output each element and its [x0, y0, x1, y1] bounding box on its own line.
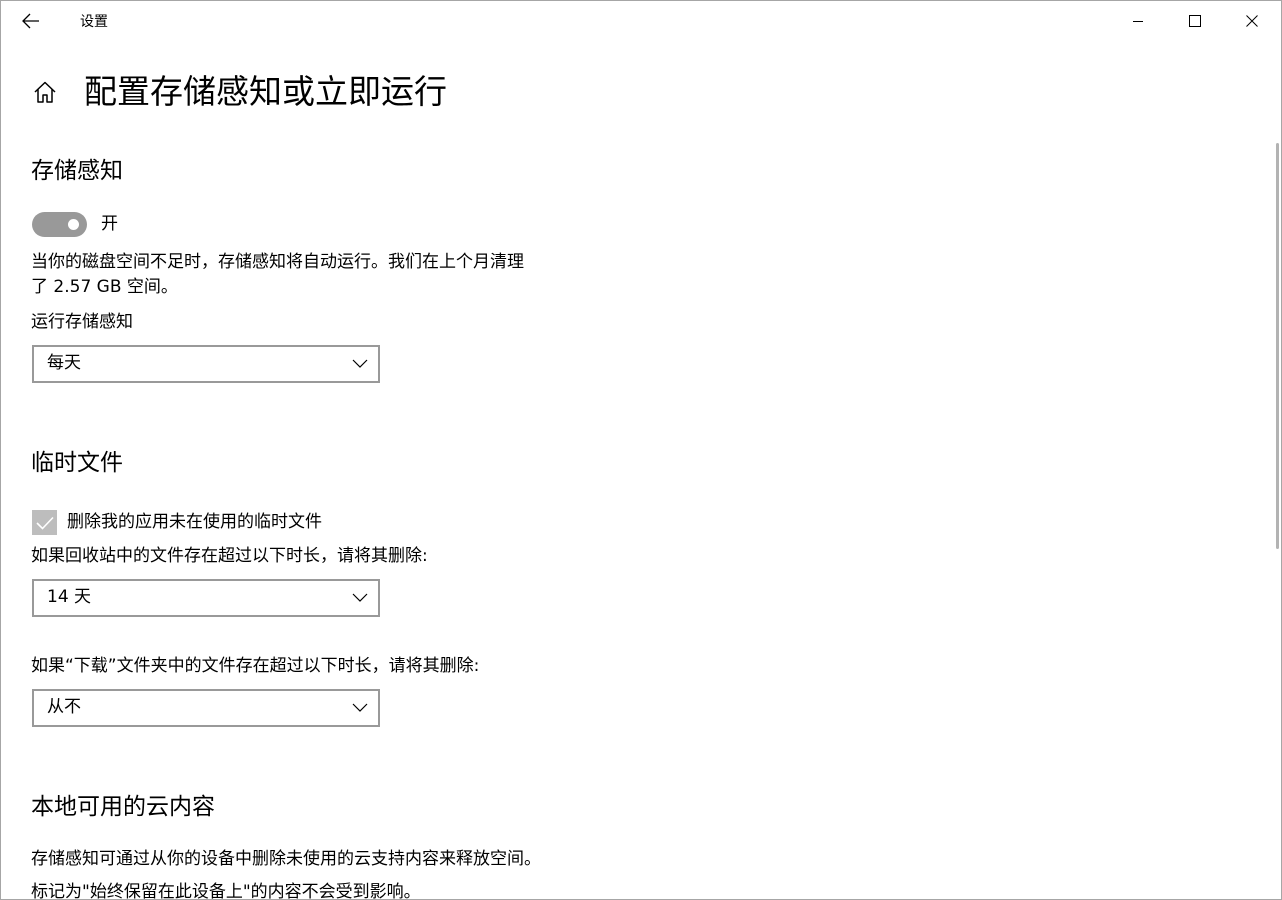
close-icon	[1246, 15, 1258, 27]
storage-sense-description-line1: 当你的磁盘空间不足时，存储感知将自动运行。我们在上个月清理	[31, 252, 524, 272]
run-frequency-dropdown[interactable]: 每天	[32, 345, 380, 383]
toggle-knob	[68, 219, 79, 230]
storage-sense-heading: 存储感知	[31, 158, 123, 184]
toggle-state-label: 开	[101, 214, 118, 234]
downloads-dropdown[interactable]: 从不	[32, 689, 380, 727]
app-title: 设置	[80, 14, 108, 30]
dropdown-value: 每天	[47, 353, 81, 373]
title-bar: 设置	[1, 1, 1281, 41]
chevron-down-icon	[352, 593, 368, 602]
temp-files-heading: 临时文件	[31, 450, 123, 476]
chevron-down-icon	[352, 703, 368, 712]
chevron-down-icon	[352, 359, 368, 368]
recycle-bin-dropdown[interactable]: 14 天	[32, 579, 380, 617]
checkmark-icon	[35, 516, 54, 530]
minimize-button[interactable]	[1115, 1, 1161, 41]
recycle-bin-label: 如果回收站中的文件存在超过以下时长，请将其删除:	[31, 546, 428, 566]
home-button[interactable]	[29, 75, 61, 109]
cloud-content-heading: 本地可用的云内容	[31, 794, 215, 820]
storage-sense-toggle[interactable]	[32, 212, 87, 237]
page-title: 配置存储感知或立即运行	[84, 72, 447, 111]
back-arrow-icon	[22, 13, 39, 29]
delete-temp-files-label[interactable]: 删除我的应用未在使用的临时文件	[67, 510, 322, 535]
dropdown-value: 14 天	[47, 587, 92, 607]
home-icon	[34, 81, 56, 103]
maximize-button[interactable]	[1172, 1, 1218, 41]
minimize-icon	[1133, 21, 1143, 22]
cloud-content-description-line1: 存储感知可通过从你的设备中删除未使用的云支持内容来释放空间。	[31, 849, 541, 869]
cloud-content-description-line2: 标记为"始终保留在此设备上"的内容不会受到影响。	[31, 882, 421, 900]
settings-window: 设置 配置存储感知或立即运行 存储感知 开 当你的磁盘空间不足时，存储感知将自动…	[0, 0, 1282, 900]
downloads-label: 如果“下载”文件夹中的文件存在超过以下时长，请将其删除:	[31, 656, 480, 676]
delete-temp-files-checkbox[interactable]	[32, 510, 57, 535]
back-button[interactable]	[15, 7, 47, 35]
maximize-icon	[1189, 15, 1201, 27]
run-storage-sense-label: 运行存储感知	[31, 312, 133, 332]
scrollbar-thumb[interactable]	[1276, 143, 1279, 549]
storage-sense-description-line2: 了 2.57 GB 空间。	[31, 277, 178, 297]
dropdown-value: 从不	[47, 697, 81, 717]
close-button[interactable]	[1229, 1, 1275, 41]
